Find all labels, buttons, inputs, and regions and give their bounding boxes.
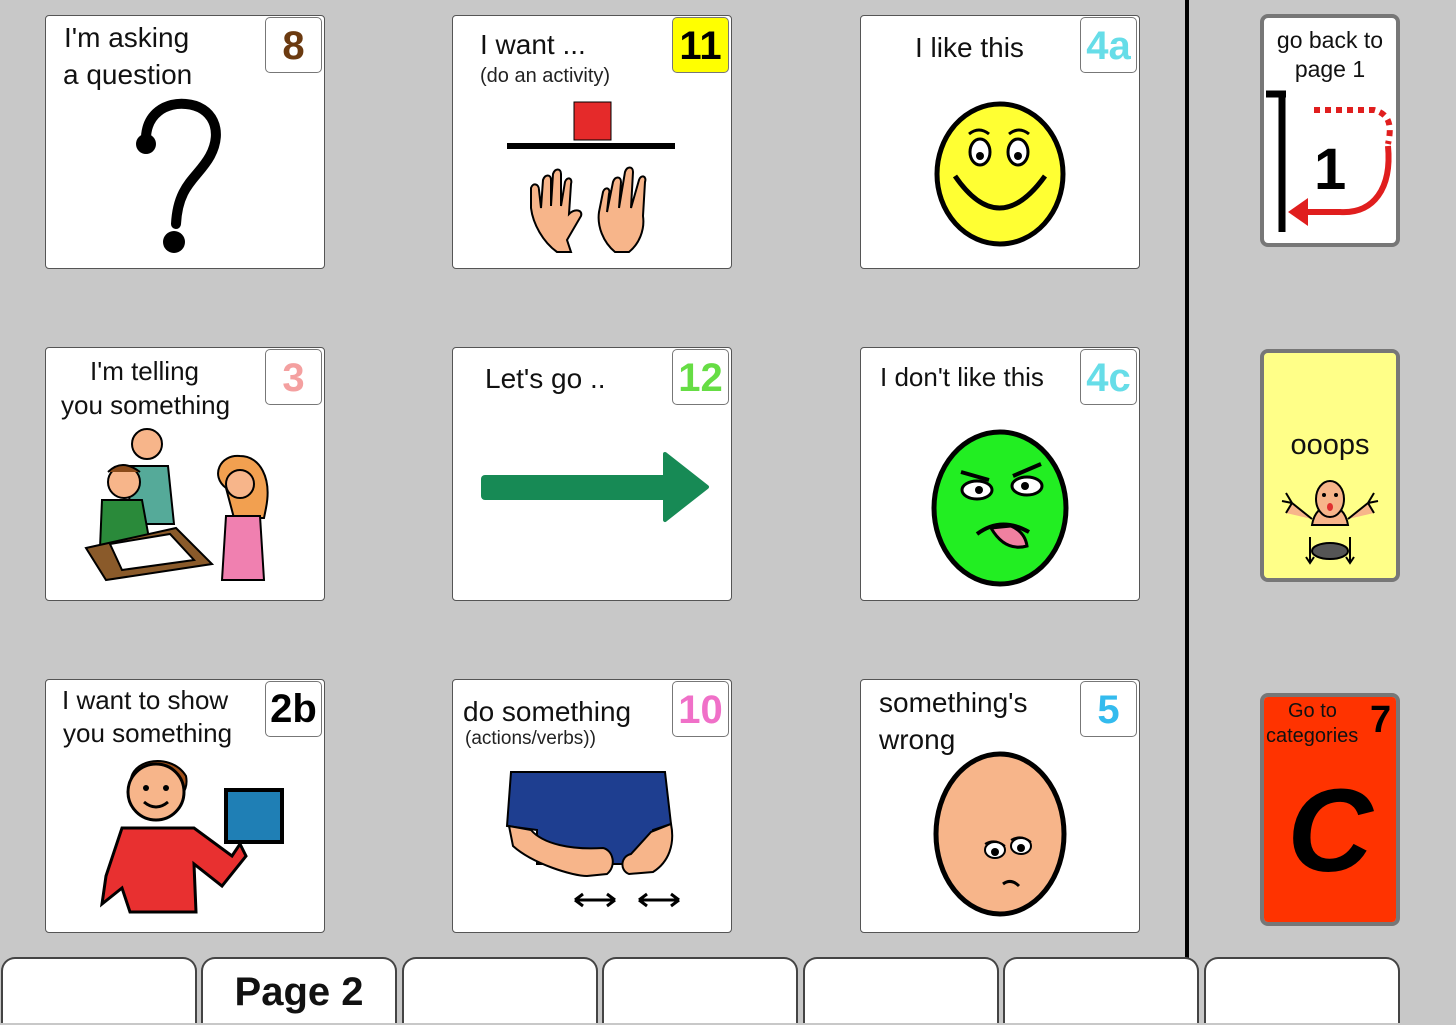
cell-telling-something[interactable]: I'm telling you something 3 — [45, 347, 325, 601]
cell-lets-go[interactable]: Let's go .. 12 — [452, 347, 732, 601]
categories-label-line2: categories — [1266, 725, 1359, 747]
happy-face-icon — [934, 101, 1066, 247]
page-tab-3[interactable] — [402, 957, 598, 1023]
page-tab-1[interactable] — [1, 957, 197, 1023]
page-tab-5[interactable] — [803, 957, 999, 1023]
go-back-page1-button[interactable]: go back to page 1 1 — [1260, 14, 1400, 247]
categories-badge: 7 — [1370, 699, 1392, 741]
page-tab-7[interactable] — [1204, 957, 1400, 1023]
go-to-categories-button[interactable]: Go to categories 7 C — [1260, 693, 1400, 926]
cell-asking-question[interactable]: I'm asking a question 8 — [45, 15, 325, 269]
cell-do-something[interactable]: do something (actions/verbs)) 10 — [452, 679, 732, 933]
unwell-face-icon — [933, 751, 1067, 917]
hands-action-icon — [505, 771, 680, 908]
page-tab-6[interactable] — [1003, 957, 1199, 1023]
go-back-icon — [1266, 90, 1393, 232]
activity-icon — [507, 101, 675, 253]
page-number-label: 1 — [1314, 137, 1347, 202]
categories-c-icon: C — [1287, 765, 1373, 897]
cell-show-something[interactable]: I want to show you something 2b — [45, 679, 325, 933]
cell-i-like-this[interactable]: I like this 4a — [860, 15, 1140, 269]
cell-something-wrong[interactable]: something's wrong 5 — [860, 679, 1140, 933]
cell-dont-like-this[interactable]: I don't like this 4c — [860, 347, 1140, 601]
oops-button[interactable]: ooops — [1260, 349, 1400, 582]
oops-person-icon — [1281, 480, 1379, 565]
telling-people-icon — [84, 428, 269, 582]
disgusted-face-icon — [931, 429, 1069, 587]
page-tab-4[interactable] — [602, 957, 798, 1023]
categories-label-line1: Go to — [1288, 700, 1337, 722]
panel-divider — [1185, 0, 1189, 960]
showing-person-icon — [99, 760, 284, 914]
page-tab-2[interactable]: Page 2 — [201, 957, 397, 1023]
arrow-right-icon — [481, 452, 709, 522]
cell-i-want[interactable]: I want ... (do an activity) 11 — [452, 15, 732, 269]
question-mark-icon — [136, 98, 221, 253]
